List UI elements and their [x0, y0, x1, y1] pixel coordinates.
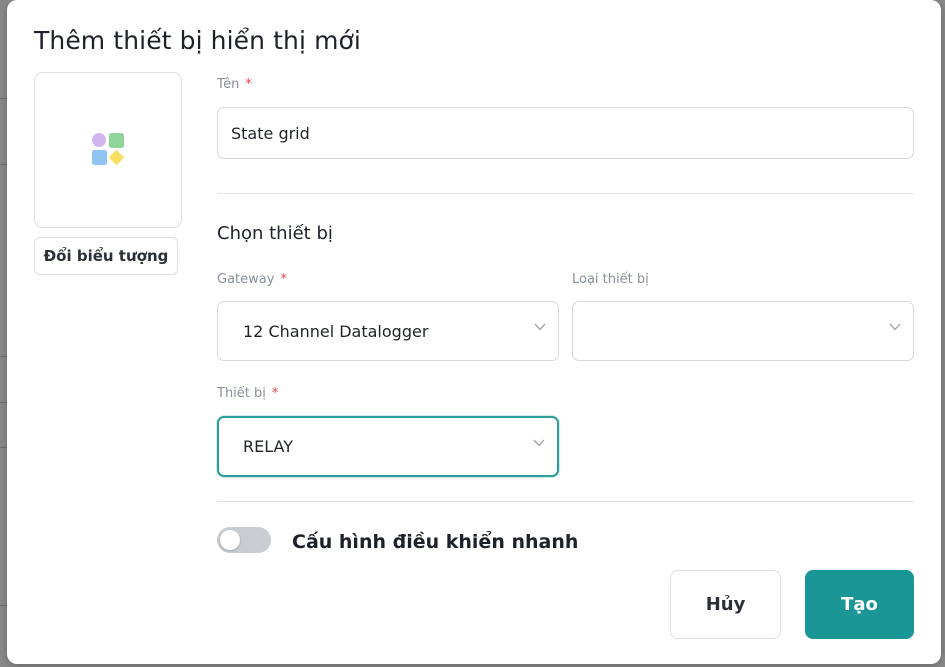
- gateway-select-value: 12 Channel Datalogger: [243, 321, 429, 341]
- quick-control-toggle[interactable]: [217, 527, 271, 553]
- device-label: Thiết bị *: [217, 386, 278, 401]
- dialog-title: Thêm thiết bị hiển thị mới: [34, 26, 361, 55]
- required-mark: *: [271, 386, 279, 401]
- name-input-value: State grid: [231, 123, 310, 143]
- device-type-label: Loại thiết bị: [572, 272, 649, 287]
- quick-control-label: Cấu hình điều khiển nhanh: [292, 531, 579, 553]
- divider: [217, 193, 914, 194]
- icon-preview: [34, 72, 182, 228]
- device-label-text: Thiết bị: [217, 386, 266, 401]
- widget-apps-icon: [92, 133, 124, 165]
- divider: [217, 501, 914, 502]
- required-mark: *: [245, 77, 252, 92]
- required-mark: *: [280, 272, 287, 287]
- device-select-value: RELAY: [243, 437, 293, 456]
- name-label-text: Tên: [217, 77, 240, 92]
- cancel-button[interactable]: Hủy: [670, 570, 781, 639]
- chevron-down-icon: [889, 323, 901, 333]
- device-type-select[interactable]: [572, 301, 914, 361]
- add-display-device-dialog: Thêm thiết bị hiển thị mới Đổi biểu tượn…: [7, 0, 941, 664]
- name-field-label: Tên *: [217, 77, 252, 92]
- chevron-down-icon: [533, 439, 545, 449]
- gateway-select[interactable]: 12 Channel Datalogger: [217, 301, 559, 361]
- name-input[interactable]: State grid: [217, 107, 914, 159]
- change-icon-button[interactable]: Đổi biểu tượng: [34, 237, 178, 275]
- select-device-heading: Chọn thiết bị: [217, 223, 333, 244]
- gateway-label: Gateway *: [217, 272, 287, 287]
- device-select[interactable]: RELAY: [217, 416, 559, 477]
- gateway-label-text: Gateway: [217, 272, 275, 287]
- toggle-knob: [220, 530, 240, 550]
- chevron-down-icon: [534, 323, 546, 333]
- create-button[interactable]: Tạo: [805, 570, 914, 639]
